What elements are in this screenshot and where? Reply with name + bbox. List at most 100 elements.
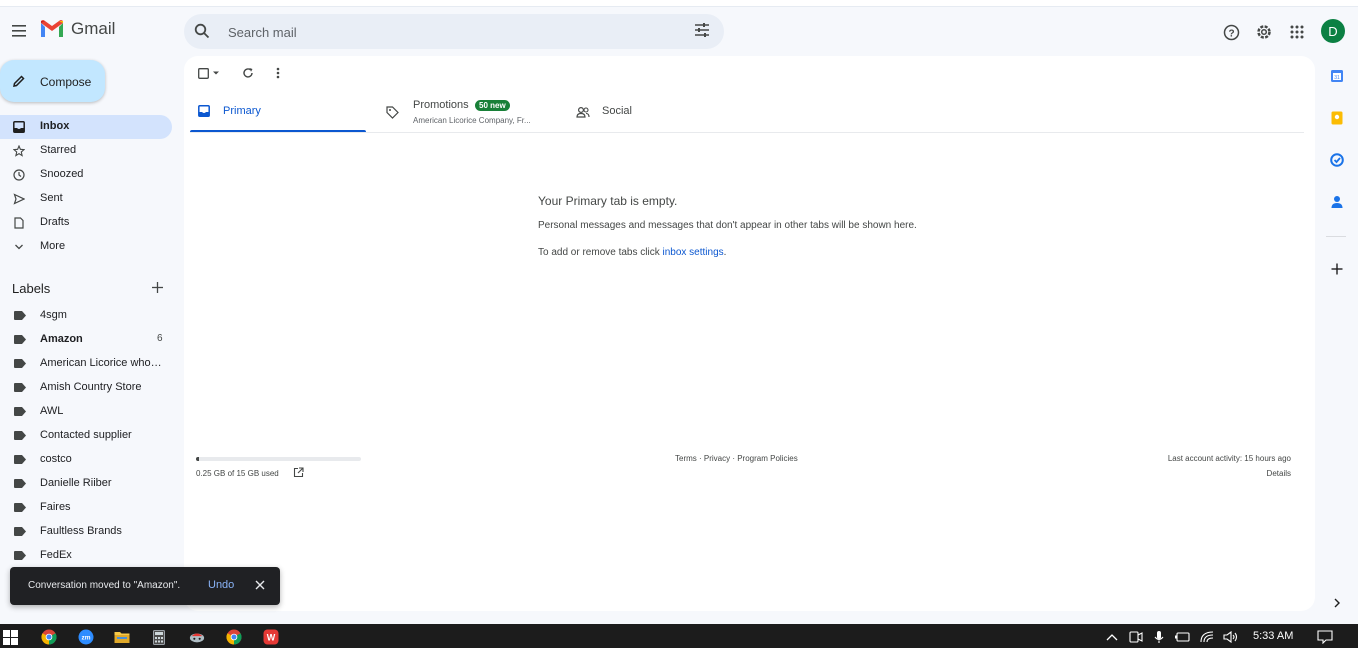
nav-item-more[interactable]: More: [0, 235, 172, 259]
star-icon: [12, 144, 26, 158]
action-center-button[interactable]: [1317, 629, 1333, 645]
search-input[interactable]: [228, 22, 668, 42]
compose-button[interactable]: Compose: [0, 60, 105, 102]
label-item[interactable]: Amazon 6: [0, 329, 172, 351]
main-menu-button[interactable]: [8, 20, 30, 42]
nav-item-sent[interactable]: Sent: [0, 187, 172, 211]
microphone-icon: [1154, 631, 1164, 643]
open-in-new-icon[interactable]: [293, 467, 304, 478]
label-item[interactable]: Amish Country Store: [0, 377, 172, 399]
contacts-app-button[interactable]: [1328, 193, 1346, 211]
gmail-m-icon: [41, 20, 63, 37]
compose-label: Compose: [40, 75, 92, 89]
svg-text:zm: zm: [81, 635, 90, 642]
game-icon: [189, 633, 205, 643]
nav-item-starred[interactable]: Starred: [0, 139, 172, 163]
tab-social[interactable]: Social: [570, 93, 746, 132]
label-item[interactable]: Faires: [0, 497, 172, 519]
taskbar-game[interactable]: [189, 629, 205, 645]
taskbar-chrome[interactable]: [41, 629, 57, 645]
label-name: FedEx: [40, 549, 72, 561]
tabs-divider: [190, 132, 1304, 133]
taskbar-chrome-active[interactable]: [226, 629, 242, 645]
footer-policy-links[interactable]: Terms · Privacy · Program Policies: [675, 454, 798, 463]
label-unread-count: 6: [157, 333, 163, 344]
label-tag-icon: [14, 527, 26, 536]
caret-down-icon: [213, 71, 219, 75]
tab-label: Promotions: [413, 99, 469, 111]
more-actions-button[interactable]: [276, 66, 280, 80]
tab-primary[interactable]: Primary: [190, 93, 366, 132]
close-icon[interactable]: [255, 580, 265, 590]
chevron-right-icon: [1334, 598, 1340, 608]
account-avatar[interactable]: D: [1321, 19, 1345, 43]
tray-wifi[interactable]: [1199, 629, 1215, 645]
tray-camera[interactable]: [1128, 629, 1144, 645]
keep-app-button[interactable]: [1328, 109, 1346, 127]
tray-overflow[interactable]: [1104, 629, 1120, 645]
taskbar-clock[interactable]: 5:33 AM: [1253, 630, 1293, 642]
label-item[interactable]: costco: [0, 449, 172, 471]
refresh-button[interactable]: [242, 66, 254, 80]
main-panel: Primary Promotions 50 new American Licor…: [184, 56, 1315, 611]
tab-promotions[interactable]: Promotions: [380, 93, 556, 132]
get-addons-button[interactable]: [1328, 260, 1346, 278]
tray-battery[interactable]: [1175, 629, 1191, 645]
gmail-logo[interactable]: Gmail: [39, 19, 115, 39]
expand-side-panel-button[interactable]: [1328, 594, 1346, 612]
label-tag-icon: [14, 407, 26, 416]
label-item[interactable]: FedEx: [0, 545, 172, 567]
tasks-app-button[interactable]: [1328, 151, 1346, 169]
chrome-icon: [226, 629, 242, 645]
more-vert-icon: [276, 67, 280, 79]
settings-button[interactable]: [1254, 22, 1274, 42]
calendar-app-button[interactable]: 31: [1328, 67, 1346, 85]
nav-label: More: [40, 240, 66, 252]
help-button[interactable]: ?: [1221, 22, 1241, 42]
chevron-down-icon: [12, 240, 26, 254]
snackbar: Conversation moved to "Amazon". Undo: [10, 567, 280, 605]
nav-item-drafts[interactable]: Drafts: [0, 211, 172, 235]
add-label-icon[interactable]: [151, 281, 164, 294]
taskbar-file-explorer[interactable]: [114, 629, 130, 645]
label-tag-icon: [14, 383, 26, 392]
tray-volume[interactable]: [1223, 629, 1239, 645]
gear-icon: [1257, 25, 1271, 39]
label-item[interactable]: AWL: [0, 401, 172, 423]
inbox-settings-link[interactable]: inbox settings: [663, 247, 724, 258]
label-name: Faultless Brands: [40, 525, 122, 537]
tune-icon[interactable]: [694, 22, 710, 38]
tag-icon: [386, 106, 399, 119]
file-explorer-icon: [114, 632, 130, 643]
apps-button[interactable]: [1287, 22, 1307, 42]
taskbar-zoom[interactable]: zm: [78, 629, 94, 645]
nav-item-inbox[interactable]: Inbox: [0, 115, 172, 139]
undo-button[interactable]: Undo: [208, 579, 234, 591]
svg-text:W: W: [267, 633, 276, 643]
app-name: Gmail: [71, 19, 116, 38]
nav-item-snoozed[interactable]: Snoozed: [0, 163, 172, 187]
tip-suffix: .: [723, 247, 727, 258]
chevron-up-icon: [1106, 634, 1118, 641]
svg-text:?: ?: [1228, 28, 1234, 39]
battery-icon: [1175, 632, 1190, 642]
label-item[interactable]: Danielle Riiber: [0, 473, 172, 495]
taskbar-calculator[interactable]: [151, 629, 167, 645]
search-icon[interactable]: [194, 23, 210, 39]
label-item[interactable]: 4sgm: [0, 305, 172, 327]
taskbar-wps-office[interactable]: W: [263, 629, 279, 645]
activity-details-link[interactable]: Details: [1267, 469, 1291, 478]
tray-microphone[interactable]: [1151, 629, 1167, 645]
label-item[interactable]: American Licorice whol...: [0, 353, 172, 375]
label-item[interactable]: Faultless Brands: [0, 521, 172, 543]
start-button[interactable]: [2, 629, 18, 645]
send-icon: [12, 192, 26, 206]
storage-usage: 0.25 GB of 15 GB used: [196, 469, 279, 478]
volume-icon: [1223, 631, 1238, 643]
add-icon: [1331, 263, 1343, 275]
nav-label: Snoozed: [40, 168, 84, 180]
select-all-checkbox[interactable]: [198, 66, 220, 80]
storage-meter: [196, 457, 361, 461]
label-item[interactable]: Contacted supplier: [0, 425, 172, 447]
draft-icon: [12, 216, 26, 230]
